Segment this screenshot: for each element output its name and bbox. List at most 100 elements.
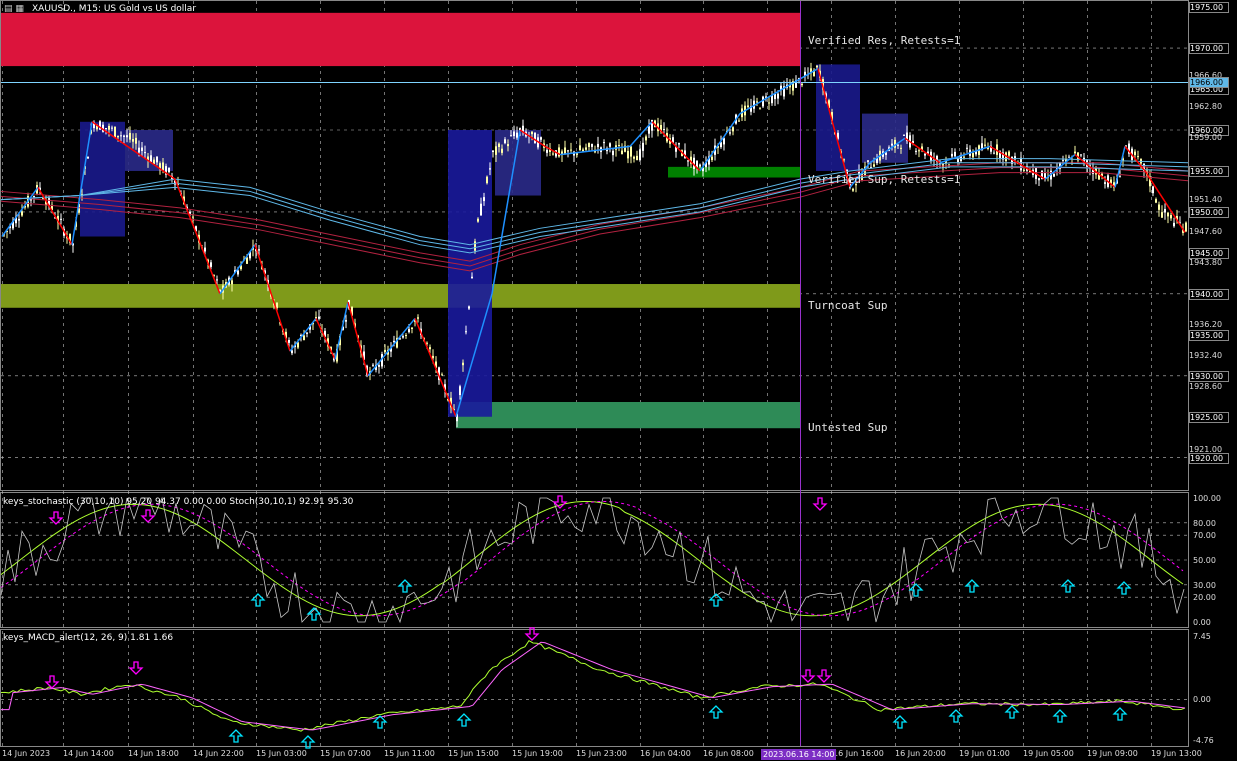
stochastic-dashed-line [0,500,1184,617]
time-axis-label: 15 Jun 23:00 [576,749,627,758]
zigzag-segment [699,113,741,172]
candle-body [411,327,413,329]
price-axis-label: 1925.00 [1189,411,1229,423]
red-ma-1 [0,167,1189,267]
time-axis-label: 16 Jun 20:00 [895,749,946,758]
candle-body [873,164,875,167]
candle-body [513,131,515,137]
candle-body [567,150,569,152]
candle-body [1152,186,1154,194]
stochastic-axis-label: 0.00 [1193,618,1211,627]
macd-axis-label: 7.45 [1193,632,1211,641]
candle-body [1080,154,1082,156]
zigzag-segment [334,301,349,360]
macd-axis-label: -4.76 [1193,736,1214,745]
candle-body [852,188,854,191]
candle-body [303,335,305,341]
candle-body [408,329,410,333]
candle-body [510,135,512,137]
macd-pane-border [0,629,1189,747]
macd-up-arrow [1052,709,1068,723]
candle-body [231,280,233,285]
candle-body [534,132,536,144]
macd-up-arrow [708,705,724,719]
candle-body [1185,222,1187,232]
candle-body [1158,204,1160,210]
candle-body [1173,222,1175,227]
window-icons[interactable]: ▤ ▦ [4,4,24,14]
zigzag-segment [347,301,369,376]
price-axis-label: 1943.80 [1189,257,1223,267]
candle-body [129,132,131,140]
zone-label-verified-res: Verified Res, Retests=1 [808,34,961,47]
stochastic-axis-label: 100.00 [1193,494,1221,503]
candle-body [732,127,734,132]
candle-body [738,120,740,122]
time-axis-label: 16 Jun 04:00 [640,749,691,758]
candle-body [963,156,965,158]
candle-body [18,218,20,221]
candle-body [132,139,134,142]
candle-body [288,339,290,343]
candle-body [723,138,725,145]
candle-body [597,143,599,148]
candle-body [246,257,248,264]
time-axis-label: 19 Jun 01:00 [959,749,1010,758]
candle-body [1167,212,1169,217]
candle-body [345,320,347,322]
time-axis-label: 14 Jun 18:00 [128,749,179,758]
candle-body [540,137,542,140]
candle-body [687,160,689,162]
candle-body [678,143,680,145]
stoch-up-arrow [908,583,924,597]
stoch-up-arrow [397,579,413,593]
candle-body [1062,159,1064,161]
candle-body [441,374,443,376]
macd-down-arrow [816,669,832,683]
candle-body [621,150,623,155]
candle-body [642,142,644,151]
candle-body [1038,178,1040,181]
candle-body [1068,156,1070,158]
macd-down-arrow [128,661,144,675]
current-price-label: 1966.00 [1189,77,1229,89]
candle-body [372,364,374,366]
time-axis-label: 19 Jun 09:00 [1087,749,1138,758]
stoch-up-arrow [1116,581,1132,595]
blue-ma-2 [0,158,1189,246]
zigzag-segment [174,178,221,295]
candle-body [591,143,593,147]
candle-body [984,144,986,146]
candle-body [645,136,647,141]
candle-body [699,164,701,167]
price-axis-label: 1951.40 [1189,195,1223,205]
zigzag-segment [651,121,701,172]
zigzag-segment [367,317,416,377]
candle-body [402,336,404,338]
time-axis-label: 15 Jun 03:00 [256,749,307,758]
candle-body [168,167,170,173]
macd-title: keys_MACD_alert(12, 26, 9) 1.81 1.66 [3,633,174,643]
candle-body [774,94,776,100]
candle-body [630,146,632,157]
candle-body [210,262,212,267]
candle-body [1119,176,1121,178]
stoch-up-arrow [1060,579,1076,593]
chart-canvas[interactable] [0,0,1237,761]
price-axis-label: 1940.00 [1189,288,1229,300]
time-axis-label: 16 Jun 16:00 [833,749,884,758]
time-axis-label: 14 Jun 22:00 [193,749,244,758]
candle-body [111,127,113,129]
price-axis-label: 1947.60 [1189,226,1223,236]
candle-body [579,145,581,151]
zone-rect-2 [1,284,800,308]
candle-body [492,150,494,153]
candle-body [954,151,956,157]
time-axis-label: 14 Jun 14:00 [63,749,114,758]
candle-body [318,316,320,319]
candle-body [306,332,308,334]
candle-body [1137,156,1139,158]
candle-body [393,340,395,343]
candle-body [1155,199,1157,203]
candle-body [966,147,968,149]
